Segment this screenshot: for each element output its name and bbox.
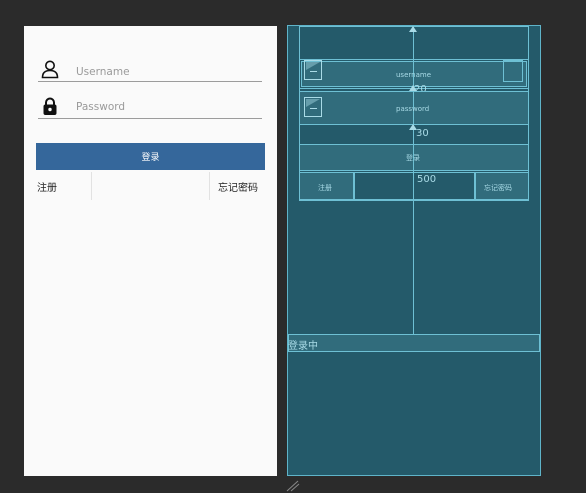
dimension-label: 30	[416, 128, 429, 139]
blueprint-loading-bar	[288, 334, 540, 352]
blueprint-register-label: 注册	[318, 184, 332, 192]
dimension-label: 500	[417, 174, 437, 185]
forgot-password-link[interactable]: 忘记密码	[218, 179, 258, 194]
blueprint-clear-button[interactable]	[503, 60, 523, 82]
password-underline	[38, 118, 262, 119]
username-underline	[38, 81, 262, 82]
blueprint-preview: username 20 password 30 登录 注册 500 忘记密码 登…	[287, 25, 541, 476]
user-icon	[41, 60, 59, 79]
blueprint-loading-label: 登录中	[288, 341, 318, 352]
design-preview: Username Password 登录 注册 忘记密码	[24, 26, 277, 476]
blueprint-spacer	[354, 172, 475, 200]
login-button[interactable]: 登录	[36, 143, 265, 170]
blueprint-password-label: password	[396, 105, 430, 113]
image-placeholder-icon	[304, 97, 322, 117]
blueprint-login-label: 登录	[406, 154, 420, 162]
lock-icon	[43, 97, 57, 115]
blueprint-forgot-label: 忘记密码	[484, 184, 512, 192]
register-link[interactable]: 注册	[37, 179, 57, 194]
image-placeholder-icon	[304, 60, 322, 80]
link-divider	[91, 172, 92, 200]
link-divider	[209, 172, 210, 200]
resize-handle-icon[interactable]	[286, 480, 300, 492]
blueprint-username-label: username	[396, 71, 431, 79]
password-input[interactable]: Password	[76, 101, 125, 113]
username-input[interactable]: Username	[76, 66, 130, 78]
constraint-arrow	[409, 26, 417, 32]
